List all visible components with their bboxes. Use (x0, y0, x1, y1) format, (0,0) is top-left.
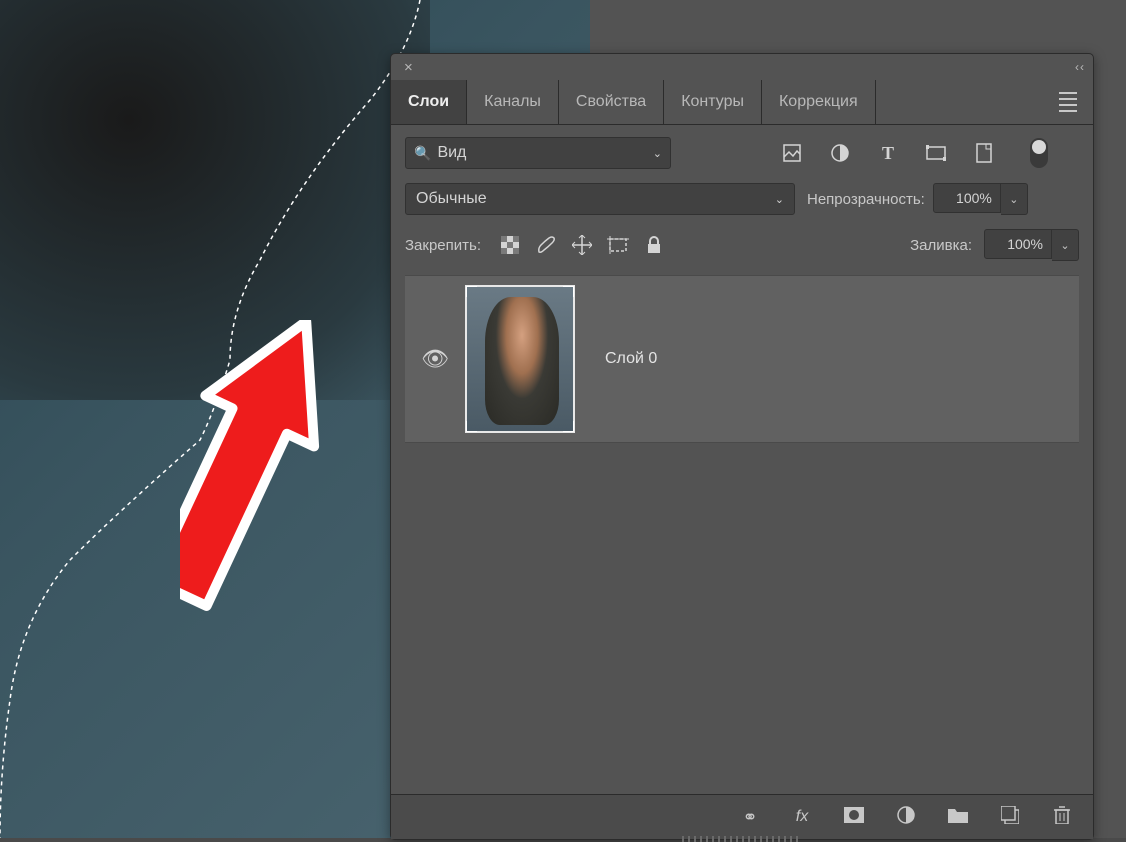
tab-paths[interactable]: Контуры (664, 80, 762, 124)
layer-row[interactable]: 👁 Слой 0 (405, 275, 1079, 443)
opacity-label: Непрозрачность: (807, 191, 925, 208)
blend-mode-value: Обычные (416, 190, 487, 208)
lock-all-icon[interactable] (643, 234, 665, 256)
tab-properties[interactable]: Свойства (559, 80, 664, 124)
collapse-icon[interactable]: ‹‹ (1075, 60, 1085, 74)
layer-fx-icon[interactable]: fx (791, 808, 813, 826)
fill-label: Заливка: (910, 237, 972, 254)
add-mask-icon[interactable] (843, 807, 865, 828)
layer-name[interactable]: Слой 0 (605, 350, 657, 368)
filter-adjustment-icon[interactable] (829, 142, 851, 164)
new-adjustment-icon[interactable] (895, 806, 917, 829)
tab-adjustments[interactable]: Коррекция (762, 80, 876, 124)
layer-thumbnail[interactable] (465, 285, 575, 433)
search-icon: 🔍 (414, 145, 431, 162)
lock-label: Закрепить: (405, 237, 481, 254)
panel-resize-grip[interactable] (682, 836, 802, 842)
filter-pixel-icon[interactable] (781, 142, 803, 164)
blend-mode-select[interactable]: Обычные ⌄ (405, 183, 795, 215)
filter-shape-icon[interactable] (925, 142, 947, 164)
fill-value[interactable]: 100% (984, 229, 1052, 259)
filter-type-icon[interactable]: T (877, 142, 899, 164)
layers-panel: × ‹‹ Слои Каналы Свойства Контуры Коррек… (390, 53, 1094, 840)
lock-paint-icon[interactable] (535, 234, 557, 256)
fill-dropdown[interactable]: ⌄ (1052, 229, 1079, 261)
chevron-down-icon: ⌄ (653, 147, 662, 160)
panel-tabs: Слои Каналы Свойства Контуры Коррекция (391, 80, 1093, 125)
lock-position-icon[interactable] (571, 234, 593, 256)
filter-toggle[interactable] (1030, 138, 1048, 168)
lock-transparent-icon[interactable] (499, 234, 521, 256)
tab-layers[interactable]: Слои (391, 80, 467, 124)
new-layer-icon[interactable] (999, 806, 1021, 829)
tab-channels[interactable]: Каналы (467, 80, 559, 124)
opacity-dropdown[interactable]: ⌄ (1001, 183, 1028, 215)
panel-menu-icon[interactable] (1049, 80, 1087, 124)
layers-list: 👁 Слой 0 (405, 275, 1079, 443)
chevron-down-icon: ⌄ (775, 193, 784, 206)
link-layers-icon[interactable]: ⚭ (739, 807, 761, 828)
layer-filter-type[interactable]: 🔍 Вид ⌄ (405, 137, 671, 169)
new-group-icon[interactable] (947, 807, 969, 828)
delete-layer-icon[interactable] (1051, 806, 1073, 829)
visibility-eye-icon[interactable]: 👁 (421, 346, 449, 372)
filter-label: Вид (437, 144, 466, 162)
filter-smartobject-icon[interactable] (973, 142, 995, 164)
opacity-value[interactable]: 100% (933, 183, 1001, 213)
close-icon[interactable]: × (399, 57, 418, 78)
lock-artboard-icon[interactable] (607, 234, 629, 256)
layers-bottom-toolbar: ⚭ fx (391, 794, 1093, 839)
